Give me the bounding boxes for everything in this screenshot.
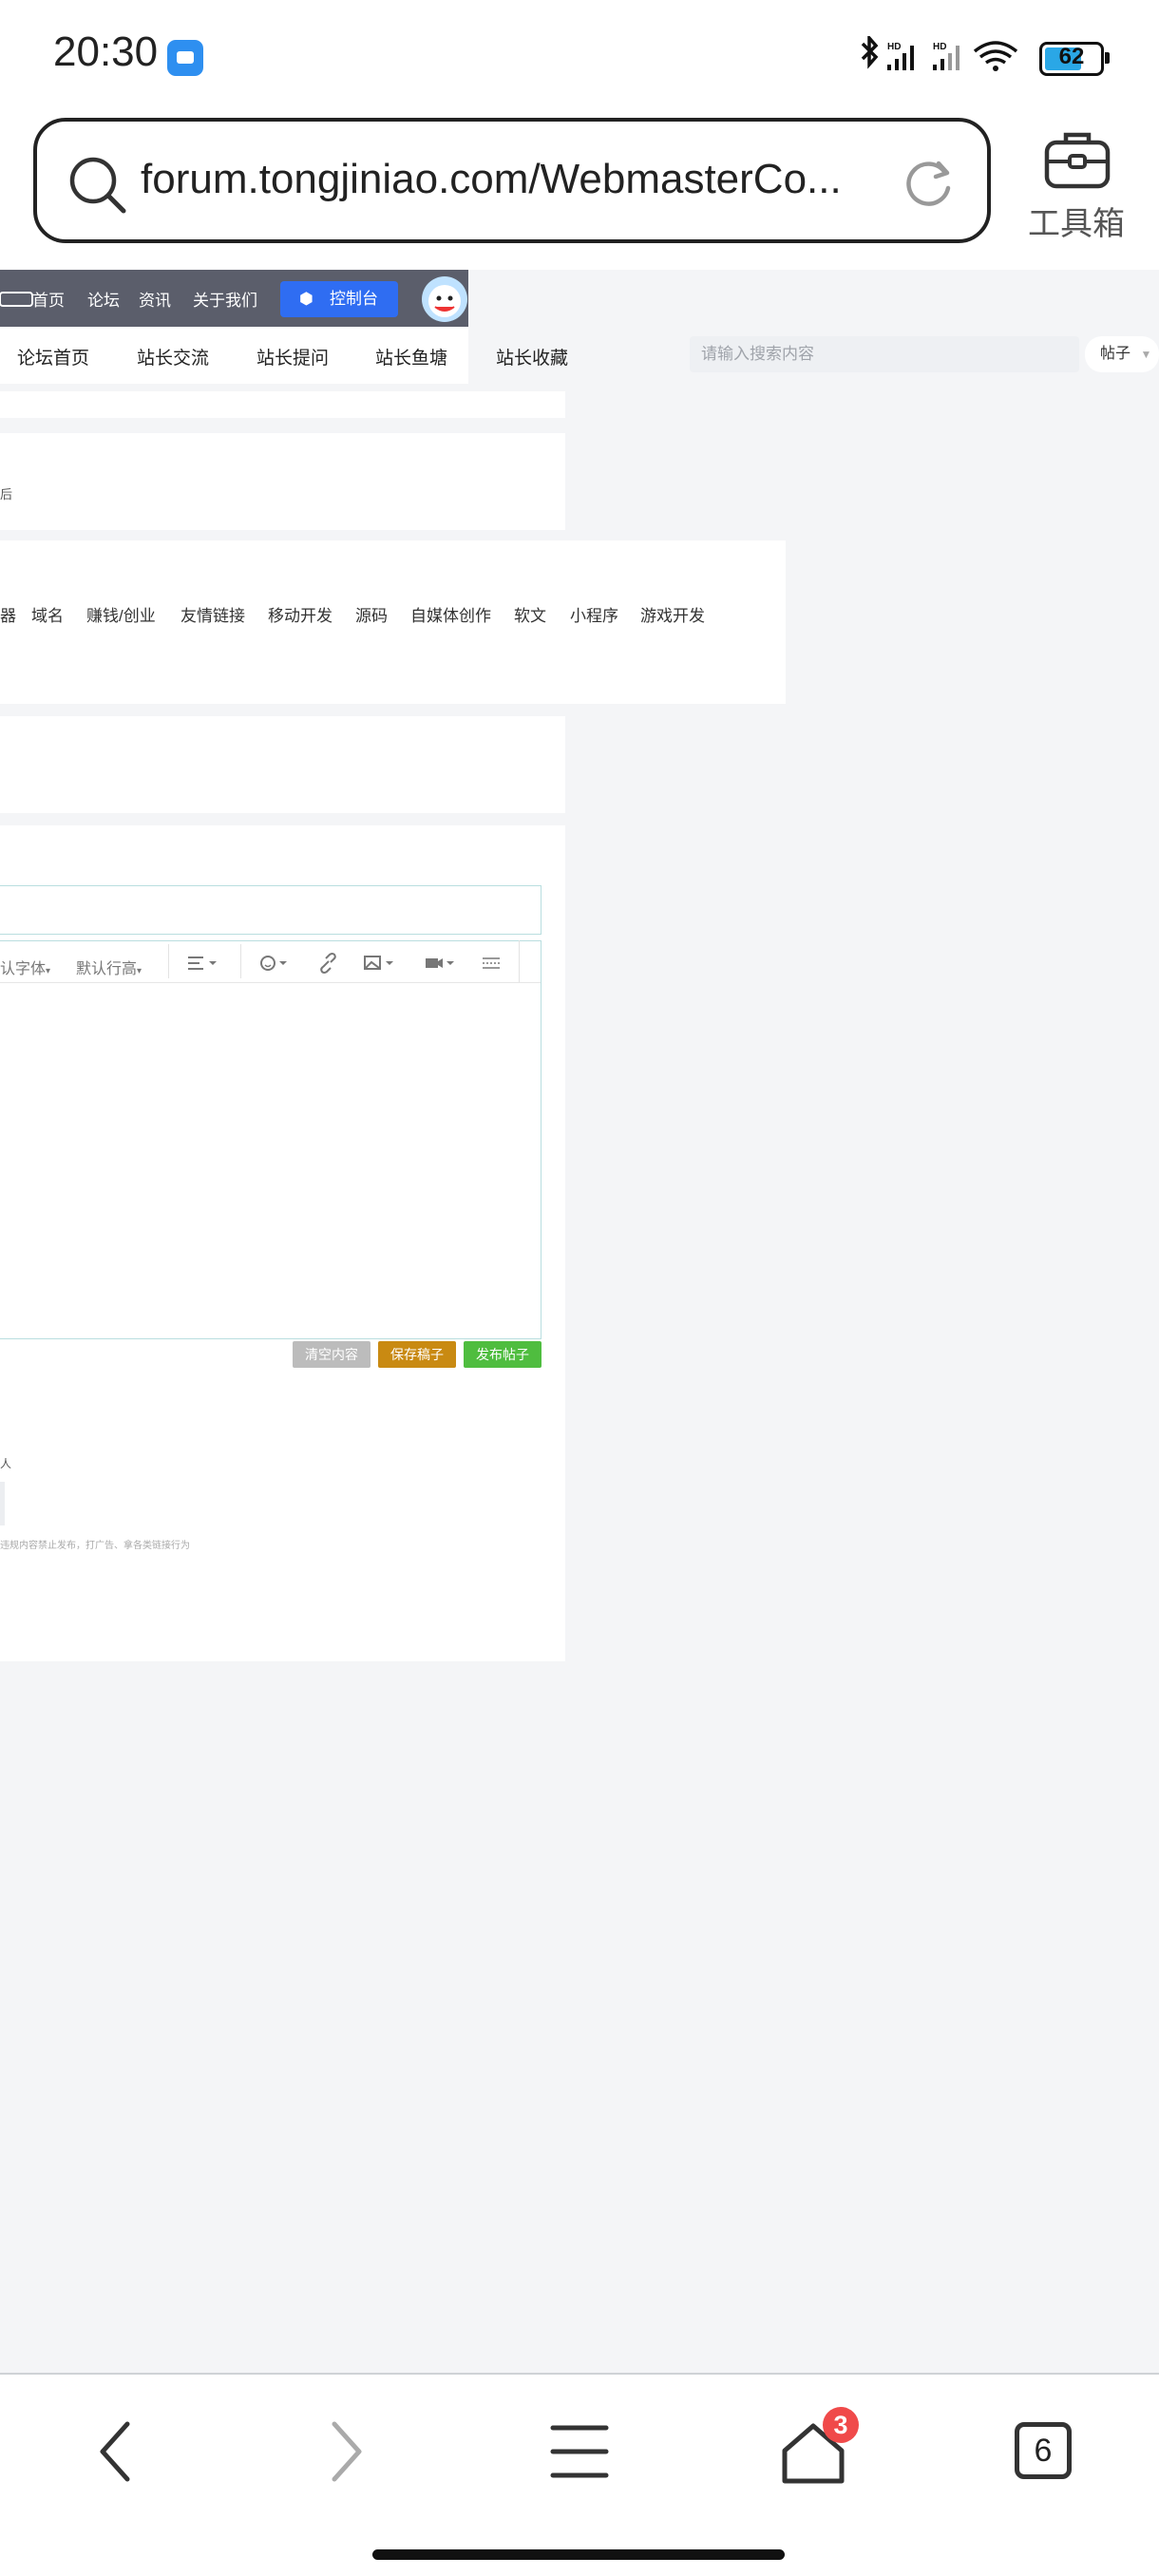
toolbox-label[interactable]: 工具箱 <box>1028 198 1125 244</box>
notice-input[interactable] <box>0 1482 5 1525</box>
cube-icon: ⬢ <box>299 290 314 308</box>
site-logo-icon <box>0 292 33 307</box>
avatar[interactable] <box>422 276 467 322</box>
battery-icon: 62 <box>1039 42 1110 76</box>
toolbox-icon[interactable] <box>1043 129 1113 190</box>
publish-post-button[interactable]: 发布帖子 <box>464 1341 542 1368</box>
emoji-icon[interactable] <box>258 950 293 976</box>
toolbar-bottom-border <box>0 982 541 983</box>
font-family-label: 认字体 <box>0 961 47 977</box>
search-type-select[interactable]: 帖子 ▼ <box>1085 336 1159 372</box>
info-card <box>0 433 565 530</box>
image-icon[interactable] <box>363 950 397 976</box>
toolbar-divider <box>168 944 169 978</box>
post-title-input[interactable] <box>0 885 542 935</box>
category-item[interactable]: 赚钱/创业 <box>86 602 156 626</box>
reload-icon[interactable] <box>902 156 956 209</box>
search-type-label: 帖子 <box>1100 346 1131 362</box>
battery-level: 62 <box>1058 44 1085 69</box>
save-draft-button[interactable]: 保存稿子 <box>378 1341 456 1368</box>
blank-card <box>0 716 565 813</box>
notice-card <box>0 1404 565 1609</box>
category-item[interactable]: 游戏开发 <box>640 602 705 626</box>
url-text[interactable]: forum.tongjiniao.com/WebmasterCo... <box>141 156 863 203</box>
info-fragment: 后 <box>0 487 13 502</box>
signal-icon: HD <box>887 42 914 70</box>
sub-nav-forum-home[interactable]: 论坛首页 <box>17 344 89 369</box>
category-item[interactable]: 小程序 <box>570 602 618 626</box>
sub-nav-fishpond[interactable]: 站长鱼塘 <box>375 344 447 369</box>
signal-icon: HD <box>933 42 960 70</box>
top-nav-home[interactable]: 首页 <box>32 287 65 311</box>
top-nav-about[interactable]: 关于我们 <box>193 287 257 311</box>
category-item[interactable]: 自媒体创作 <box>410 602 491 626</box>
line-height-select[interactable]: 默认行高▾ <box>76 956 142 978</box>
clear-content-button[interactable]: 清空内容 <box>293 1341 370 1368</box>
top-nav-news[interactable]: 资讯 <box>139 287 171 311</box>
svg-text:HD: HD <box>887 42 901 52</box>
category-item[interactable]: 友情链接 <box>180 602 245 626</box>
status-time: 20:30 <box>53 28 159 75</box>
video-icon[interactable] <box>424 950 458 976</box>
breadcrumb-card <box>0 391 565 418</box>
site-search-input[interactable]: 请输入搜索内容 <box>690 336 1079 372</box>
line-height-label: 默认行高 <box>76 961 138 977</box>
svg-text:HD: HD <box>933 42 946 52</box>
console-label: 控制台 <box>330 290 378 308</box>
toolbar-divider <box>519 940 520 982</box>
home-indicator[interactable] <box>372 2549 785 2560</box>
camera-app-icon <box>167 40 203 76</box>
top-nav-forum[interactable]: 论坛 <box>87 287 120 311</box>
home-badge: 3 <box>823 2407 859 2443</box>
back-icon[interactable] <box>91 2418 139 2485</box>
category-item[interactable]: 源码 <box>355 602 388 626</box>
menu-icon[interactable] <box>549 2422 610 2481</box>
avatar-face-icon <box>428 285 461 317</box>
align-icon[interactable] <box>186 950 220 976</box>
category-item[interactable]: 域名 <box>31 602 64 626</box>
post-content-editor[interactable] <box>0 940 542 1339</box>
tabs-button[interactable]: 6 <box>1015 2422 1072 2479</box>
disclaimer-text: 违规内容禁止发布，打广告、拿各类链接行为 <box>0 1541 190 1551</box>
forward-icon[interactable] <box>323 2418 370 2485</box>
search-icon <box>69 157 126 214</box>
category-item[interactable]: 软文 <box>514 602 546 626</box>
link-icon[interactable] <box>317 950 340 976</box>
bluetooth-icon <box>861 36 879 69</box>
wifi-icon <box>973 41 1018 71</box>
toolbar-divider <box>240 944 241 978</box>
category-item[interactable]: 移动开发 <box>268 602 332 626</box>
category-item[interactable]: 器 <box>0 602 16 626</box>
notice-fragment: 人 <box>0 1457 12 1470</box>
status-signal-icons: HD HD <box>861 36 1018 71</box>
web-content: 首页 论坛 资讯 关于我们 ⬢ 控制台 论坛首页 站长交流 站长提问 站长鱼塘 … <box>0 270 1159 2373</box>
console-button[interactable]: ⬢ 控制台 <box>280 281 398 317</box>
sub-nav-favorites[interactable]: 站长收藏 <box>496 344 568 369</box>
horizontal-rule-icon[interactable] <box>481 950 504 976</box>
font-family-select[interactable]: 认字体▾ <box>0 956 50 978</box>
sub-nav-exchange[interactable]: 站长交流 <box>137 344 209 369</box>
chevron-down-icon: ▼ <box>1140 348 1152 361</box>
sub-nav-questions[interactable]: 站长提问 <box>256 344 329 369</box>
